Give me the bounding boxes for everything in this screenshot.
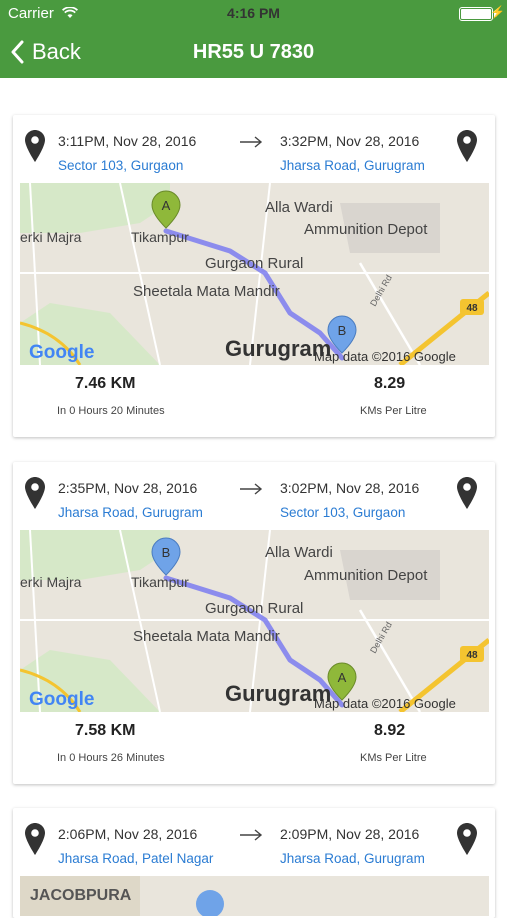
mileage-value: 8.29 xyxy=(374,375,406,392)
start-time: 2:35PM, Nov 28, 2016 xyxy=(58,480,198,496)
map-label-berki-majra: erki Majra xyxy=(20,574,82,590)
trip-card[interactable]: 2:35PM, Nov 28, 2016 Jharsa Road, Gurugr… xyxy=(13,462,495,784)
nav-bar: Back HR55 U 7830 xyxy=(0,28,507,78)
route-48-label: 48 xyxy=(466,650,478,661)
google-logo: Google xyxy=(29,342,94,363)
duration-label: In 0 Hours 20 Minutes xyxy=(57,405,165,417)
map-label-berki-majra: erki Majra xyxy=(20,229,82,245)
arrow-right-icon xyxy=(240,136,263,148)
trip-card[interactable]: 2:06PM, Nov 28, 2016 Jharsa Road, Patel … xyxy=(13,808,495,918)
map-label-alla-wardi: Alla Wardi xyxy=(265,544,333,561)
map-attribution: Map data ©2016 Google xyxy=(314,349,456,364)
route-map[interactable]: 48 Alla Wardi Ammunition Depot erki Majr… xyxy=(20,530,489,712)
start-place-link[interactable]: Jharsa Road, Gurugram xyxy=(58,505,203,520)
map-label-ammunition-depot: Ammunition Depot xyxy=(304,221,428,238)
start-time: 3:11PM, Nov 28, 2016 xyxy=(58,133,197,149)
clock: 4:16 PM xyxy=(227,5,280,21)
end-time: 3:32PM, Nov 28, 2016 xyxy=(280,133,420,149)
mileage-label: KMs Per Litre xyxy=(360,405,427,417)
start-location-pin-icon xyxy=(25,477,45,509)
route-48-label: 48 xyxy=(466,303,478,314)
end-time: 2:09PM, Nov 28, 2016 xyxy=(280,826,420,842)
start-location-pin-icon xyxy=(25,130,45,162)
map-label-sheetala: Sheetala Mata Mandir xyxy=(133,283,280,300)
map-label-gurgaon-rural: Gurgaon Rural xyxy=(205,600,303,617)
marker-a-label: A xyxy=(338,670,347,685)
status-bar: Carrier 4:16 PM ⚡ xyxy=(0,0,507,28)
map-label-tikampur: Tikampur xyxy=(131,229,189,245)
page-title: HR55 U 7830 xyxy=(192,41,315,63)
map-label-jacobpura: JACOBPURA xyxy=(30,887,132,904)
start-place-link[interactable]: Sector 103, Gurgaon xyxy=(58,158,183,173)
distance-value: 7.58 KM xyxy=(75,722,136,739)
end-place-link[interactable]: Jharsa Road, Gurugram xyxy=(280,158,425,173)
end-place-link[interactable]: Jharsa Road, Gurugram xyxy=(280,851,425,866)
start-location-pin-icon xyxy=(25,823,45,855)
route-map[interactable]: JACOBPURA xyxy=(20,876,489,916)
start-time: 2:06PM, Nov 28, 2016 xyxy=(58,826,198,842)
end-place-link[interactable]: Sector 103, Gurgaon xyxy=(280,505,405,520)
map-label-ammunition-depot: Ammunition Depot xyxy=(304,567,428,584)
map-label-sheetala: Sheetala Mata Mandir xyxy=(133,628,280,645)
arrow-right-icon xyxy=(240,483,263,495)
trip-card[interactable]: 3:11PM, Nov 28, 2016 Sector 103, Gurgaon… xyxy=(13,115,495,437)
charging-icon: ⚡ xyxy=(490,5,505,19)
start-place-link[interactable]: Jharsa Road, Patel Nagar xyxy=(58,851,213,866)
marker-b-label: B xyxy=(162,545,171,560)
arrow-right-icon xyxy=(240,829,263,841)
map-label-gurgaon-rural: Gurgaon Rural xyxy=(205,255,303,272)
marker-a-label: A xyxy=(162,198,171,213)
duration-label: In 0 Hours 26 Minutes xyxy=(57,752,165,764)
map-attribution: Map data ©2016 Google xyxy=(314,696,456,711)
marker-b-label: B xyxy=(338,323,347,338)
mileage-label: KMs Per Litre xyxy=(360,752,427,764)
google-logo: Google xyxy=(29,689,94,710)
mileage-value: 8.92 xyxy=(374,722,406,739)
map-label-alla-wardi: Alla Wardi xyxy=(265,199,333,216)
battery-icon xyxy=(459,7,497,21)
end-location-pin-icon xyxy=(457,130,477,162)
distance-value: 7.46 KM xyxy=(75,375,136,392)
end-time: 3:02PM, Nov 28, 2016 xyxy=(280,480,420,496)
route-map[interactable]: 48 Alla Wardi Ammunition Depot erki Majr… xyxy=(20,183,489,365)
map-label-tikampur: Tikampur xyxy=(131,574,189,590)
end-location-pin-icon xyxy=(457,823,477,855)
end-location-pin-icon xyxy=(457,477,477,509)
